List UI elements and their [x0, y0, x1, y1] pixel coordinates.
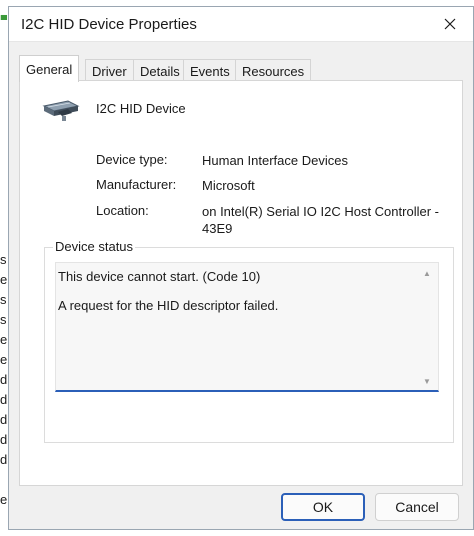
manufacturer-label: Manufacturer:: [96, 177, 177, 192]
scroll-up-arrow-icon[interactable]: ▲: [422, 269, 432, 279]
title-bar[interactable]: I2C HID Device Properties: [9, 7, 473, 42]
status-line-code: This device cannot start. (Code 10): [58, 269, 261, 284]
close-icon: [444, 18, 456, 30]
status-line-reason: A request for the HID descriptor failed.: [58, 298, 279, 313]
scroll-down-arrow-icon[interactable]: ▼: [422, 377, 432, 387]
device-status-textbox[interactable]: This device cannot start. (Code 10) A re…: [55, 262, 439, 392]
properties-dialog: I2C HID Device Properties General Driver…: [8, 6, 474, 530]
device-name: I2C HID Device: [96, 101, 186, 116]
tab-driver[interactable]: Driver: [85, 59, 134, 81]
ok-button[interactable]: OK: [281, 493, 365, 521]
location-value: on Intel(R) Serial IO I2C Host Controlle…: [202, 204, 439, 236]
device-status-group: Device status This device cannot start. …: [44, 239, 454, 443]
tab-details[interactable]: Details: [133, 59, 187, 81]
tab-general[interactable]: General: [19, 55, 80, 82]
cancel-button[interactable]: Cancel: [375, 493, 459, 521]
tab-events[interactable]: Events: [183, 59, 237, 81]
close-button[interactable]: [427, 7, 473, 41]
device-status-label: Device status: [53, 239, 136, 254]
window-title: I2C HID Device Properties: [21, 16, 197, 33]
general-tab-panel: I2C HID Device Device type: Human Interf…: [19, 80, 463, 486]
manufacturer-value: Microsoft: [202, 178, 255, 193]
device-type-value: Human Interface Devices: [202, 153, 348, 168]
location-label: Location:: [96, 203, 149, 218]
hid-device-icon: [42, 100, 80, 121]
tab-resources[interactable]: Resources: [235, 59, 312, 81]
device-type-label: Device type:: [96, 152, 168, 167]
